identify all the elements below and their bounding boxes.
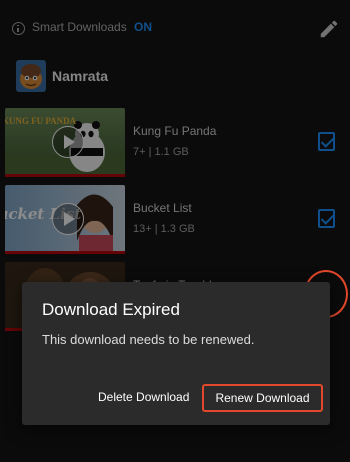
renew-download-button[interactable]: Renew Download [202,384,323,412]
delete-download-button[interactable]: Delete Download [98,390,189,404]
downloads-screen: Smart Downloads ON Namrata KUNG FU PANDA… [0,0,350,462]
download-expired-dialog: Download Expired This download needs to … [22,282,330,425]
dialog-message: This download needs to be renewed. [42,332,255,347]
dialog-title: Download Expired [42,300,180,319]
